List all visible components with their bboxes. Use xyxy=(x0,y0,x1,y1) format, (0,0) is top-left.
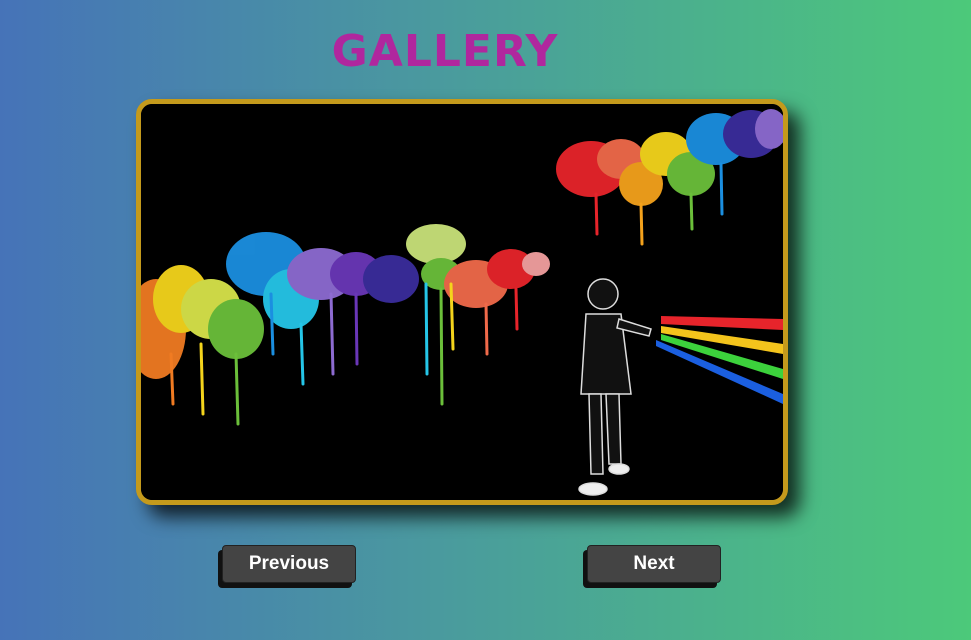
next-button[interactable]: Next xyxy=(587,545,721,583)
gallery-image-frame xyxy=(136,99,788,505)
gallery-image xyxy=(141,104,783,500)
previous-button[interactable]: Previous xyxy=(222,545,356,583)
page-title: GALLERY xyxy=(331,26,559,77)
